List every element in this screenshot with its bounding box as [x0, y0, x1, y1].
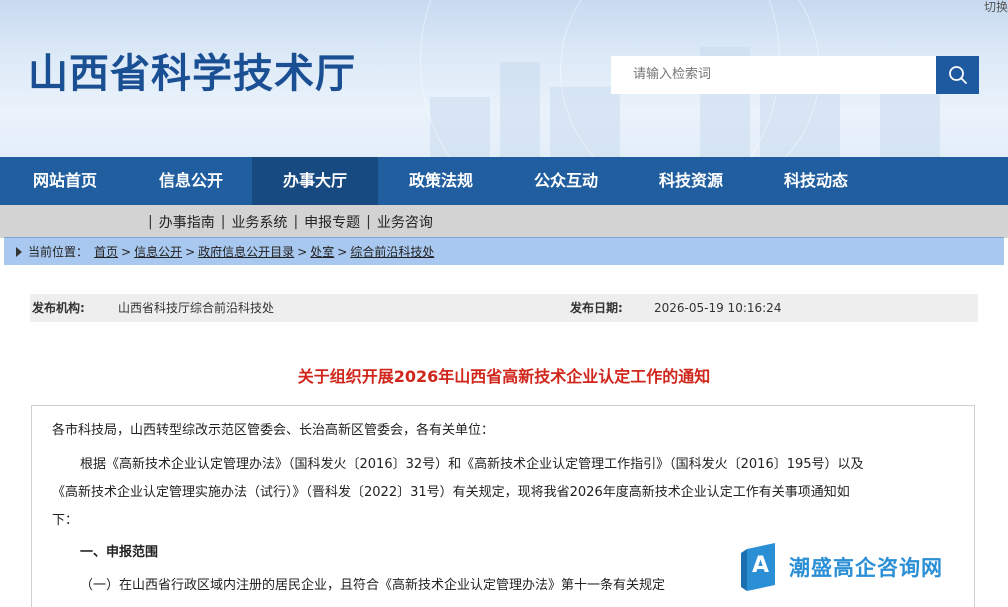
search-button[interactable]	[936, 56, 979, 94]
paragraph-line: 根据《高新技术企业认定管理办法》（国科发火〔2016〕32号）和《高新技术企业认…	[80, 457, 864, 472]
search-icon	[948, 66, 967, 84]
paragraph-line: 下：	[52, 513, 79, 528]
main-nav: 网站首页 信息公开 办事大厅 政策法规 公众互动 科技资源 科技动态	[0, 157, 1008, 205]
breadcrumb-current-dept[interactable]: 综合前沿科技处	[350, 243, 434, 260]
site-header: 切换 山西省科学技术厅	[0, 0, 1008, 157]
subnav-divider: |	[366, 213, 371, 230]
watermark-text: 潮盛高企咨询网	[789, 555, 943, 580]
breadcrumb-catalog[interactable]: 政府信息公开目录	[198, 243, 294, 260]
breadcrumb-info-disclosure[interactable]: 信息公开	[134, 243, 182, 260]
subnav-divider: |	[148, 213, 153, 230]
breadcrumb-departments[interactable]: 处室	[310, 243, 334, 260]
switch-link[interactable]: 切换	[984, 0, 1008, 14]
nav-item-public-interaction[interactable]: 公众互动	[504, 157, 628, 205]
salutation: 各市科技局，山西转型综改示范区管委会、长治高新区管委会，各有关单位：	[52, 423, 495, 438]
watermark: A 潮盛高企咨询网	[741, 543, 943, 591]
watermark-logo: A	[741, 543, 781, 591]
nav-item-tech-resources[interactable]: 科技资源	[628, 157, 754, 205]
breadcrumb-separator: >	[185, 244, 196, 259]
breadcrumb-separator: >	[337, 244, 348, 259]
date-value: 2026-05-19 10:16:24	[654, 301, 782, 315]
subnav-item-systems[interactable]: 业务系统	[231, 212, 287, 232]
logo-letter: A	[752, 553, 770, 578]
nav-item-service-hall[interactable]: 办事大厅	[252, 157, 378, 205]
breadcrumb-prefix: 当前位置：	[28, 245, 89, 259]
paragraph-line: 《高新技术企业认定管理实施办法（试行）》（晋科发〔2022〕31号）有关规定，现…	[52, 485, 850, 500]
search-input[interactable]	[611, 56, 936, 94]
breadcrumb: 当前位置： 首页 > 信息公开 > 政府信息公开目录 > 处室 > 综合前沿科技…	[4, 237, 1004, 265]
document-title: 关于组织开展2026年山西省高新技术企业认定工作的通知	[297, 367, 711, 386]
subnav-item-guide[interactable]: 办事指南	[159, 212, 215, 232]
bullet-icon	[16, 246, 22, 257]
sub-nav: | 办事指南 | 业务系统 | 申报专题 | 业务咨询	[0, 205, 1008, 238]
nav-item-home[interactable]: 网站首页	[0, 157, 130, 205]
publisher-value: 山西省科技厅综合前沿科技处	[118, 301, 275, 315]
date-label: 发布日期:	[570, 301, 623, 315]
subnav-divider: |	[220, 213, 226, 230]
subnav-item-topics[interactable]: 申报专题	[304, 212, 360, 232]
document-meta: 发布机构: 山西省科技厅综合前沿科技处 发布日期: 2026-05-19 10:…	[30, 294, 978, 322]
nav-item-info-disclosure[interactable]: 信息公开	[130, 157, 252, 205]
site-title[interactable]: 山西省科学技术厅	[28, 48, 356, 100]
subnav-item-consult[interactable]: 业务咨询	[377, 212, 433, 232]
breadcrumb-separator: >	[297, 244, 308, 259]
nav-item-policies[interactable]: 政策法规	[378, 157, 504, 205]
subnav-divider: |	[293, 213, 299, 230]
breadcrumb-home[interactable]: 首页	[94, 243, 118, 260]
publisher-label: 发布机构:	[32, 301, 85, 315]
nav-item-tech-news[interactable]: 科技动态	[754, 157, 878, 205]
breadcrumb-separator: >	[121, 244, 132, 259]
